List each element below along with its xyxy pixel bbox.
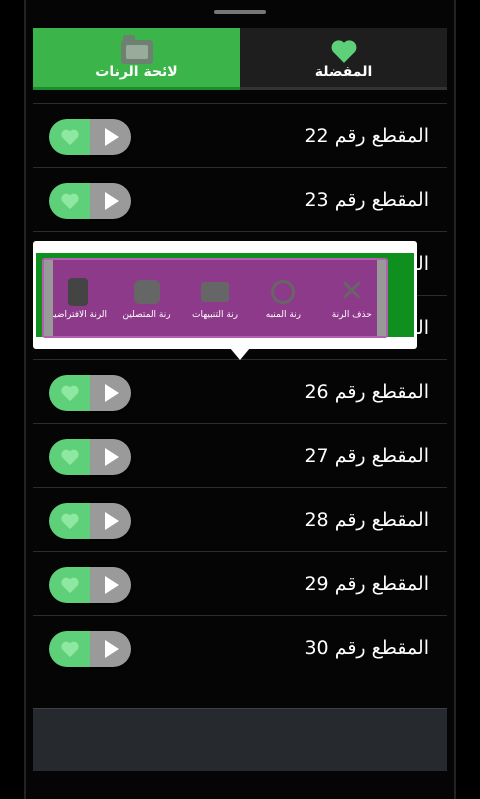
play-button[interactable] (90, 183, 131, 219)
notification-ringtone-button[interactable]: رنة التنبيهات (181, 260, 249, 336)
tab-favorites-label: المفضلة (314, 63, 373, 80)
play-button[interactable] (90, 631, 131, 667)
phone-icon (133, 279, 160, 304)
pull-handle[interactable] (214, 10, 266, 14)
favorite-play-toggle[interactable] (49, 119, 131, 155)
heart-icon (60, 129, 79, 146)
play-button[interactable] (90, 119, 131, 155)
ringtone-label: المقطع رقم 30 (304, 637, 429, 659)
favorite-play-toggle[interactable] (49, 439, 131, 475)
folder-icon (120, 34, 153, 64)
play-icon (105, 128, 119, 146)
favorite-button[interactable] (49, 183, 90, 219)
list-item[interactable]: المقطع رقم 29 (33, 551, 447, 615)
ringtone-label: المقطع رقم 27 (304, 445, 429, 467)
list-item[interactable]: المقطع رقم 23 (33, 167, 447, 231)
favorite-play-toggle[interactable] (49, 375, 131, 411)
list-item[interactable]: المقطع رقم 27 (33, 423, 447, 487)
play-button[interactable] (90, 503, 131, 539)
tab-ringtones[interactable]: لائحة الرنات (33, 28, 240, 90)
play-button[interactable] (90, 567, 131, 603)
play-icon (105, 640, 119, 658)
list-item[interactable]: المقطع رقم 22 (33, 103, 447, 167)
favorite-button[interactable] (49, 439, 90, 475)
ringtone-actions-popup: ✕ حذف الرنة رنة المنبه رنة التنبيهات رنة… (33, 241, 417, 349)
heart-icon (60, 577, 79, 594)
list-item[interactable]: المقطع رقم 28 (33, 487, 447, 551)
favorite-button[interactable] (49, 503, 90, 539)
play-icon (105, 384, 119, 402)
favorite-button[interactable] (49, 631, 90, 667)
ringtone-label: المقطع رقم 26 (304, 381, 429, 403)
alarm-ringtone-button[interactable]: رنة المنبه (249, 260, 317, 336)
tab-bar: لائحة الرنات المفضلة (33, 28, 447, 90)
favorite-button[interactable] (49, 567, 90, 603)
ringtone-label: المقطع رقم 28 (304, 509, 429, 531)
close-icon: ✕ (339, 273, 365, 309)
delete-ringtone-button[interactable]: ✕ حذف الرنة (318, 260, 386, 336)
favorite-play-toggle[interactable] (49, 183, 131, 219)
popup-frame: ✕ حذف الرنة رنة المنبه رنة التنبيهات رنة… (36, 253, 414, 338)
heart-icon (331, 39, 356, 63)
tab-favorites[interactable]: المفضلة (240, 28, 447, 90)
favorite-button[interactable] (49, 119, 90, 155)
play-icon (105, 192, 119, 210)
tab-ringtones-label: لائحة الرنات (95, 63, 178, 80)
contacts-ringtone-button[interactable]: رنة المتصلين (112, 260, 180, 336)
favorite-play-toggle[interactable] (49, 567, 131, 603)
alarm-clock-icon (271, 279, 296, 304)
popup-pointer (230, 348, 250, 360)
default-ringtone-button[interactable]: الرنة الافتراضية (44, 260, 112, 336)
ringtone-label: المقطع رقم 23 (304, 189, 429, 211)
list-item[interactable]: المقطع رقم 26 (33, 359, 447, 423)
play-button[interactable] (90, 375, 131, 411)
play-icon (105, 512, 119, 530)
speaker-icon (68, 277, 89, 306)
popup-action-strip: ✕ حذف الرنة رنة المنبه رنة التنبيهات رنة… (42, 258, 388, 338)
heart-icon (60, 193, 79, 210)
ringtone-label: المقطع رقم 29 (304, 573, 429, 595)
play-icon (105, 448, 119, 466)
ringtone-label: المقطع رقم 22 (304, 125, 429, 147)
bottom-bar (33, 708, 447, 771)
play-icon (105, 576, 119, 594)
ringtone-list: المقطع رقم 22المقطع رقم 23المقطع رقم 24ا… (33, 103, 447, 679)
envelope-icon (200, 281, 229, 302)
heart-icon (60, 513, 79, 530)
heart-icon (60, 641, 79, 658)
favorite-button[interactable] (49, 375, 90, 411)
heart-icon (60, 385, 79, 402)
play-button[interactable] (90, 439, 131, 475)
favorite-play-toggle[interactable] (49, 503, 131, 539)
list-item[interactable]: المقطع رقم 30 (33, 615, 447, 679)
favorite-play-toggle[interactable] (49, 631, 131, 667)
heart-icon (60, 449, 79, 466)
